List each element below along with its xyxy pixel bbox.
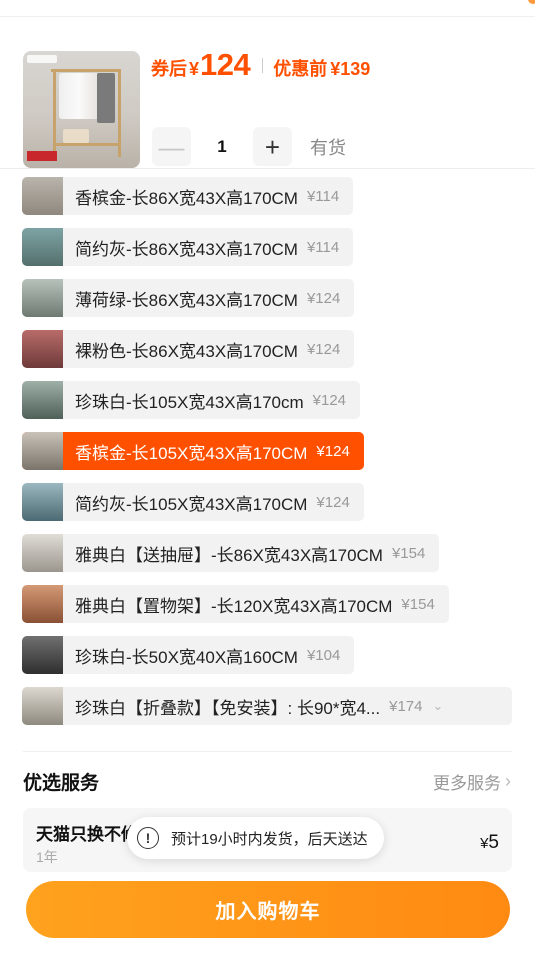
quantity-stepper: — 1 + 有货: [152, 127, 346, 166]
sku-option-list: 香槟金-长86X宽43X高170CM ¥114 简约灰-长86X宽43X高170…: [22, 177, 514, 738]
sku-option[interactable]: 珍珠白【折叠款】【免安装】: 长90*宽4... ¥174 ⌄: [22, 687, 512, 725]
sku-option[interactable]: 珍珠白-长50X宽40X高160CM ¥104: [22, 636, 355, 674]
sku-option-name: 裸粉色-长86X宽43X高170CM: [75, 341, 298, 361]
hanging-clothes: [59, 73, 99, 119]
price-row: 券后 ¥ 124 优惠前 ¥ 139: [151, 47, 370, 83]
stock-status: 有货: [310, 137, 346, 158]
sku-option-name: 雅典白【置物架】-长120X宽43X高170CM: [75, 596, 393, 616]
sku-option-name: 珍珠白-长50X宽40X高160CM: [75, 647, 298, 667]
sku-thumbnail: [22, 330, 63, 368]
sku-option-price: ¥124: [316, 493, 350, 511]
sku-option[interactable]: 香槟金-长86X宽43X高170CM ¥114: [22, 177, 354, 215]
decrease-quantity-button[interactable]: —: [152, 127, 191, 166]
info-icon: !: [137, 827, 159, 849]
delivery-toast-text: 预计19小时内发货，后天送达: [171, 830, 368, 848]
sku-thumbnail: [22, 636, 63, 674]
sku-thumbnail: [22, 432, 63, 470]
sku-thumbnail: [22, 228, 63, 266]
rack-top-bar: [51, 69, 121, 72]
price-before-currency: ¥: [330, 59, 341, 79]
more-services-label: 更多服务: [433, 774, 501, 793]
price-after-label: 券后: [151, 59, 187, 79]
price-after-value: 124: [200, 47, 251, 82]
sku-option[interactable]: 简约灰-长105X宽43X高170CM ¥124: [22, 483, 364, 521]
sku-thumbnail: [22, 381, 63, 419]
price-before-value: 139: [340, 59, 371, 79]
sku-option[interactable]: 简约灰-长86X宽43X高170CM ¥114: [22, 228, 354, 266]
sku-option-name: 雅典白【送抽屉】-长86X宽43X高170CM: [75, 545, 383, 565]
sku-option-name: 珍珠白【折叠款】【免安装】: 长90*宽4...: [75, 698, 381, 718]
service-item-name: 天猫只换不修: [36, 825, 136, 844]
sku-option-price: ¥124: [316, 442, 350, 460]
top-bar: [0, 0, 535, 17]
service-item-term: 1年: [36, 849, 58, 865]
sku-option[interactable]: 雅典白【置物架】-长120X宽43X高170CM ¥154: [22, 585, 449, 623]
sku-option-price: ¥124: [306, 289, 341, 307]
price-after-currency: ¥: [189, 59, 200, 79]
sku-option-name: 香槟金-长105X宽43X高170CM: [75, 443, 308, 463]
sku-option-price: ¥114: [306, 187, 340, 205]
sku-thumbnail: [22, 687, 63, 725]
hanging-coat: [97, 73, 115, 123]
sku-option[interactable]: 裸粉色-长86X宽43X高170CM ¥124: [22, 330, 355, 368]
section-divider: [23, 751, 512, 752]
sku-option-price: ¥104: [306, 646, 341, 664]
chevron-down-icon[interactable]: ⌄: [432, 698, 457, 714]
sku-option[interactable]: 雅典白【送抽屉】-长86X宽43X高170CM ¥154: [22, 534, 440, 572]
sku-thumbnail: [22, 483, 63, 521]
service-section-title: 优选服务: [23, 773, 100, 794]
brand-mark: [27, 55, 57, 63]
service-item-price-value: 5: [488, 832, 499, 853]
sku-option-price: ¥124: [306, 340, 341, 358]
quantity-value[interactable]: 1: [191, 137, 253, 157]
sku-option-name: 简约灰-长105X宽43X高170CM: [75, 494, 308, 514]
rack-bottom-shelf: [53, 143, 121, 146]
increase-quantity-button[interactable]: +: [253, 127, 292, 166]
sku-thumbnail: [22, 279, 63, 317]
price-before-label: 优惠前: [273, 59, 328, 79]
product-thumbnail[interactable]: [23, 51, 140, 168]
add-to-cart-button[interactable]: 加入购物车: [26, 881, 510, 938]
delivery-toast: ! 预计19小时内发货，后天送达: [127, 817, 384, 859]
notification-dot: [528, 0, 535, 4]
sku-option-price: ¥114: [306, 238, 340, 256]
sku-thumbnail: [22, 585, 63, 623]
price-divider: [262, 57, 264, 73]
product-summary: 券后 ¥ 124 优惠前 ¥ 139 — 1 + 有货: [0, 17, 535, 169]
sku-option[interactable]: 珍珠白-长105X宽43X高170cm ¥124: [22, 381, 361, 419]
sku-option-name: 薄荷绿-长86X宽43X高170CM: [75, 290, 298, 310]
service-item-price: ¥5: [480, 832, 499, 854]
sku-thumbnail: [22, 177, 63, 215]
sku-option-price: ¥154: [401, 595, 435, 613]
promo-tag: [27, 151, 57, 161]
sku-option-price: ¥124: [312, 391, 347, 409]
sku-option-price: ¥174: [389, 697, 423, 715]
sku-option-name: 珍珠白-长105X宽43X高170cm: [75, 392, 304, 412]
sku-option-name: 简约灰-长86X宽43X高170CM: [75, 239, 298, 259]
storage-box: [63, 129, 89, 143]
sku-option-price: ¥154: [391, 544, 426, 562]
sku-option[interactable]: 薄荷绿-长86X宽43X高170CM ¥124: [22, 279, 355, 317]
sku-option-name: 香槟金-长86X宽43X高170CM: [75, 188, 298, 208]
more-services-link[interactable]: 更多服务 ›: [433, 769, 511, 794]
sku-thumbnail: [22, 534, 63, 572]
sku-option-selected[interactable]: 香槟金-长105X宽43X高170CM ¥124: [22, 432, 364, 470]
chevron-right-icon: ›: [505, 771, 511, 791]
